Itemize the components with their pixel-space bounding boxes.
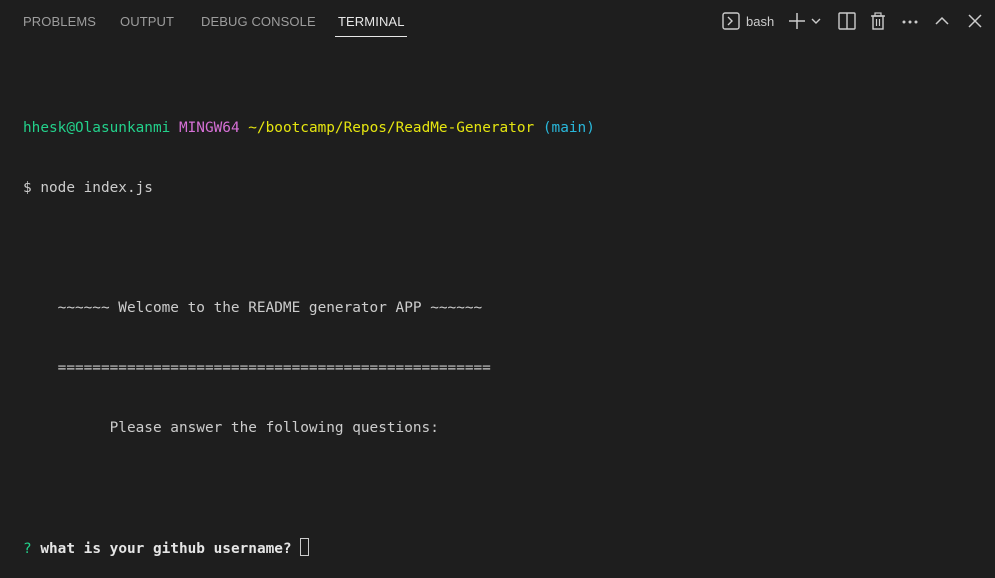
split-icon[interactable] <box>837 11 859 33</box>
prompt-user: hhesk@Olasunkanmi <box>23 120 171 136</box>
shell-label[interactable]: bash <box>746 12 774 32</box>
plus-icon[interactable] <box>787 11 809 33</box>
question-mark: ? <box>23 541 32 557</box>
prompt-path: ~/bootcamp/Repos/ReadMe-Generator <box>248 120 535 136</box>
prompt-branch: (main) <box>542 120 595 136</box>
tab-problems[interactable]: PROBLEMS <box>23 0 96 40</box>
question-line: ? what is your github username? <box>23 538 995 558</box>
tab-terminal[interactable]: TERMINAL <box>338 0 405 40</box>
terminal-icon[interactable] <box>721 11 743 33</box>
tab-debug-console[interactable]: DEBUG CONSOLE <box>201 0 316 40</box>
question-text: what is your github username? <box>40 541 292 557</box>
terminal-cursor[interactable] <box>300 538 310 556</box>
chevron-up-icon[interactable] <box>932 11 954 33</box>
trash-icon[interactable] <box>868 11 890 33</box>
terminal-output[interactable]: hhesk@Olasunkanmi MINGW64 ~/bootcamp/Rep… <box>23 78 995 578</box>
tab-output[interactable]: OUTPUT <box>120 0 174 40</box>
more-icon[interactable] <box>900 11 922 33</box>
separator-line: ========================================… <box>23 360 491 376</box>
prompt-env: MINGW64 <box>178 120 240 136</box>
welcome-line: ~~~~~~ Welcome to the README generator A… <box>23 300 483 316</box>
chevron-down-icon[interactable] <box>809 11 823 33</box>
close-icon[interactable] <box>965 11 987 33</box>
active-tab-indicator <box>335 36 407 37</box>
command-line: $ node index.js <box>23 180 153 196</box>
panel-tab-bar: PROBLEMS OUTPUT DEBUG CONSOLE TERMINAL b… <box>0 0 995 44</box>
prompt-line: hhesk@Olasunkanmi MINGW64 ~/bootcamp/Rep… <box>23 118 995 138</box>
instruction-line: Please answer the following questions: <box>23 420 439 436</box>
